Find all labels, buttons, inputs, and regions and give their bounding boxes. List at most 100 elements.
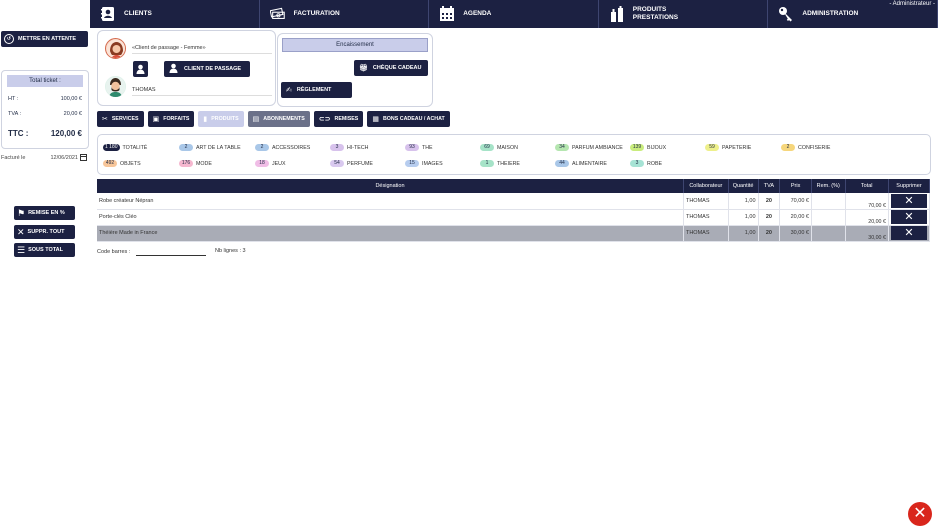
filter-item[interactable]: 59 PAPETERIE	[705, 144, 751, 151]
cell-designation: Théière Made in France	[97, 225, 684, 242]
cell-remise[interactable]	[811, 225, 846, 242]
cell-collab[interactable]: THOMAS	[683, 209, 729, 226]
nav-produits[interactable]: PRODUITS PRESTATIONS	[599, 0, 769, 28]
col-prix: Prix	[779, 179, 812, 193]
equals-icon: ☰	[17, 245, 26, 255]
filter-item[interactable]: 44 ALIMENTAIRE	[555, 160, 607, 167]
discount-percent-button[interactable]: ⚑ REMISE EN %	[14, 206, 75, 220]
filter-item[interactable]: 492 OBJETS	[103, 160, 141, 167]
nav-clients[interactable]: CLIENTS	[90, 0, 260, 28]
cell-tva: 20	[758, 193, 781, 210]
filter-item[interactable]: 18 JEUX	[255, 160, 286, 167]
nav-agenda[interactable]: AGENDA	[429, 0, 599, 28]
cell-collab[interactable]: THOMAS	[683, 193, 729, 210]
ticket-tva-row: TVA : 20,00 €	[2, 111, 88, 117]
table-row[interactable]: Porte-clés Cléo THOMAS 1,00 20 20,00 € 2…	[97, 209, 931, 226]
cell-qty[interactable]: 1,00	[728, 209, 759, 226]
tab-services[interactable]: ✂ SERVICES	[97, 111, 144, 127]
filter-item[interactable]: 176 MODE	[179, 160, 212, 167]
filter-item[interactable]: 1 180 TOTALITÉ	[103, 144, 147, 151]
delete-row-button[interactable]: ✕	[890, 193, 927, 208]
col-supprimer: Supprimer	[888, 179, 931, 193]
cell-prix[interactable]: 30,00 €	[779, 225, 812, 242]
cell-tva: 20	[758, 209, 781, 226]
filter-item[interactable]: 3 ROBE	[630, 160, 662, 167]
tab-abonnements[interactable]: ▤ ABONNEMENTS	[247, 111, 310, 127]
table-row[interactable]: Théière Made in France THOMAS 1,00 20 30…	[97, 225, 931, 242]
tab-forfaits[interactable]: ▣ FORFAITS	[147, 111, 195, 127]
filter-count-badge: 2	[255, 144, 269, 151]
cell-qty[interactable]: 1,00	[728, 225, 759, 242]
delete-all-button[interactable]: ✕ SUPPR. TOUT	[14, 225, 75, 239]
barcode-input[interactable]	[136, 247, 207, 256]
delete-row-button[interactable]: ✕	[890, 226, 927, 240]
put-on-hold-label: METTRE EN ATTENTE	[18, 36, 77, 42]
col-quantite: Quantité	[728, 179, 759, 193]
table-row[interactable]: Robe créateur Népran THOMAS 1,00 20 70,0…	[97, 193, 931, 210]
filter-item[interactable]: 93 THE	[405, 144, 433, 151]
barcode-label: Code barres :	[97, 248, 131, 255]
filter-item[interactable]: 2 ART DE LA TABLE	[179, 144, 241, 151]
cell-qty[interactable]: 1,00	[728, 193, 759, 210]
category-tabs: ✂ SERVICES ▣ FORFAITS ▮ PRODUITS ▤ ABONNEMEN…	[97, 111, 450, 127]
user-icon[interactable]	[133, 61, 148, 77]
payment-button[interactable]: ✍︎ RÈGLEMENT	[281, 82, 352, 98]
bottles-icon	[609, 6, 625, 22]
cell-remise[interactable]	[811, 193, 846, 210]
put-on-hold-button[interactable]: ↺ METTRE EN ATTENTE	[1, 31, 88, 47]
filter-item[interactable]: 15 IMAGES	[405, 160, 443, 167]
filter-item[interactable]: 69 MAISON	[480, 144, 518, 151]
tab-remises[interactable]: ⊂⊃ REMISES	[313, 111, 364, 127]
discount-percent-label: REMISE EN %	[28, 210, 65, 216]
male-avatar-icon	[105, 76, 126, 97]
filter-count-badge: 1 180	[103, 144, 120, 151]
filter-item[interactable]: 34 PARFUM AMBIANCE	[555, 144, 623, 151]
filter-count-badge: 44	[555, 160, 569, 167]
card-icon: ▤	[252, 116, 260, 123]
walk-in-client-button[interactable]: CLIENT DE PASSAGE	[164, 61, 250, 77]
cell-prix[interactable]: 70,00 €	[779, 193, 812, 210]
cell-delete: ✕	[888, 193, 931, 210]
gift-card-icon: ▦	[372, 116, 379, 123]
filter-count-badge: 2	[179, 144, 193, 151]
client-name-field[interactable]: «Client de passage - Femme»	[132, 45, 272, 54]
cell-prix[interactable]: 20,00 €	[779, 209, 812, 226]
subtotal-button[interactable]: ☰ SOUS TOTAL	[14, 243, 75, 257]
sale-lines-table: Désignation Collaborateur Quantité TVA P…	[97, 179, 931, 242]
col-tva: TVA	[758, 179, 781, 193]
nav-facturation[interactable]: FACTURATION	[260, 0, 430, 28]
close-icon: ✕	[17, 227, 25, 237]
invoice-date-row: Facturé le 12/06/2021	[1, 154, 87, 161]
calendar-small-icon[interactable]	[80, 154, 87, 161]
ticket-ttc-row: TTC : 120,00 €	[2, 129, 88, 138]
close-icon[interactable]: ✕	[908, 502, 932, 526]
address-book-icon	[100, 6, 116, 22]
nav-facturation-label: FACTURATION	[293, 10, 340, 17]
tab-produits[interactable]: ▮ PRODUITS	[198, 111, 244, 127]
line-count: Nb lignes : 3	[215, 248, 246, 254]
filter-item[interactable]: 139 BIJOUX	[630, 144, 666, 151]
filter-item[interactable]: 1 THEIERE	[480, 160, 520, 167]
cell-remise[interactable]	[811, 209, 846, 226]
invoice-date-field[interactable]: 12/06/2021	[50, 154, 87, 161]
delete-row-button[interactable]: ✕	[890, 210, 927, 224]
filter-item[interactable]: 2 CONFISERIE	[781, 144, 830, 151]
col-total: Total	[845, 179, 889, 193]
filter-item[interactable]: 2 ACCESSOIRES	[255, 144, 310, 151]
ticket-summary: Total ticket : HT : 100,00 € TVA : 20,00…	[1, 70, 89, 149]
ht-value: 100,00 €	[60, 96, 82, 102]
filter-item[interactable]: 3 HI-TECH	[330, 144, 368, 151]
cell-designation: Robe créateur Népran	[97, 193, 684, 210]
filter-item[interactable]: 54 PERFUME	[330, 160, 373, 167]
filter-count-badge: 1	[480, 160, 494, 167]
tva-value: 20,00 €	[63, 111, 82, 117]
table-header: Désignation Collaborateur Quantité TVA P…	[97, 179, 931, 193]
collaborator-name[interactable]: THOMAS	[132, 87, 272, 96]
ttc-label: TTC :	[8, 129, 29, 138]
person-icon	[169, 63, 178, 75]
tab-bons-cadeau[interactable]: ▦ BONS CADEAU / ACHAT	[367, 111, 450, 127]
ticket-ht-row: HT : 100,00 €	[2, 96, 88, 102]
gift-voucher-button[interactable]: 🎁︎ CHÈQUE CADEAU	[354, 60, 428, 76]
cell-collab[interactable]: THOMAS	[683, 225, 729, 242]
user-role-label[interactable]: - Administrateur -	[889, 1, 935, 7]
